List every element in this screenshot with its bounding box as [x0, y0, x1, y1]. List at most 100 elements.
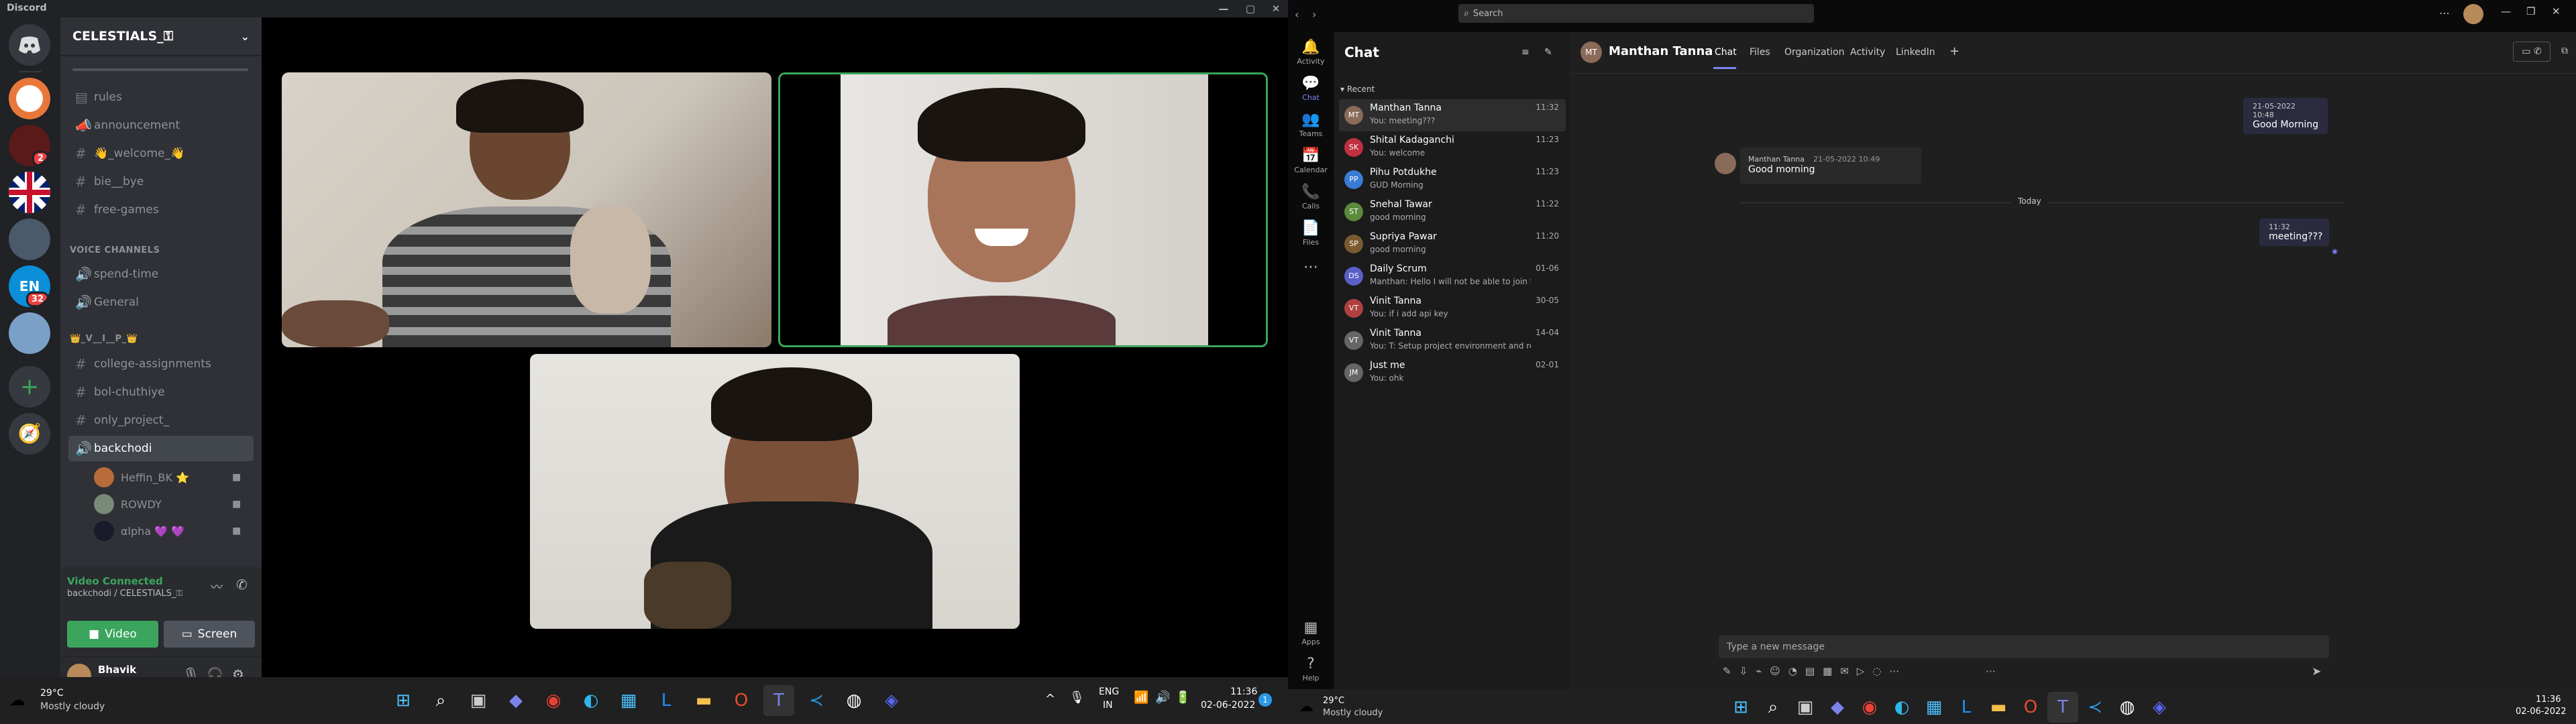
channel-announcement[interactable]: 📣 announcement	[68, 113, 254, 138]
server-icon-landscape[interactable]	[9, 312, 50, 354]
chat-list-title[interactable]: Chat	[1344, 44, 1379, 60]
channel-only-project[interactable]: # only_project_	[68, 408, 254, 433]
noise-suppression-icon[interactable]: 〰	[211, 578, 223, 595]
video-tile-participant-1[interactable]	[282, 72, 771, 347]
weather-desc[interactable]: Mostly cloudy	[40, 701, 105, 712]
message-outgoing[interactable]: 21-05-2022 10:48 Good Morning	[2243, 98, 2328, 134]
discord-taskbar-icon[interactable]: ◈	[876, 685, 907, 716]
voice-channel-general[interactable]: 🔊 General	[68, 290, 254, 315]
vscode-icon[interactable]: ≺	[2080, 692, 2110, 723]
server-icon-uk[interactable]	[9, 172, 50, 213]
weather-temp[interactable]: 29°C	[40, 688, 64, 699]
chat-list-item[interactable]: VT Vinit Tanna You: T: Setup project envir…	[1339, 324, 1566, 357]
call-buttons[interactable]: ▭ ✆	[2513, 42, 2551, 62]
nav-chat[interactable]: 💬 Chat	[1288, 75, 1334, 102]
microphone-tray-icon[interactable]: 🎙	[1069, 690, 1085, 705]
teams-icon[interactable]: T	[763, 685, 794, 716]
tab-chat[interactable]: Chat	[1715, 47, 1737, 58]
weather-temp[interactable]: 29°C	[1323, 696, 1344, 706]
office-icon[interactable]: O	[726, 685, 757, 716]
chat-list-item[interactable]: PP Pihu Potdukhe GUD Morning 11:23	[1339, 164, 1566, 196]
send-icon[interactable]: ➤	[2312, 665, 2321, 678]
channel-bie-bye[interactable]: # bie__bye	[68, 169, 254, 194]
popout-icon[interactable]: ⧉	[2561, 46, 2568, 56]
nav-apps[interactable]: ▦ Apps	[1288, 619, 1334, 646]
nav-teams[interactable]: 👥 Teams	[1288, 111, 1334, 138]
store-icon[interactable]: ▦	[1919, 692, 1949, 723]
language-2[interactable]: IN	[1103, 700, 1113, 711]
nav-more[interactable]: ⋯	[1288, 259, 1334, 277]
server-header[interactable]: CELESTIALS_⚿ ⌄	[60, 17, 262, 56]
file-explorer-icon[interactable]: ▬	[688, 685, 719, 716]
server-icon-avatar[interactable]	[9, 219, 50, 260]
connection-location[interactable]: backchodi / CELESTIALS_⚿	[67, 589, 182, 599]
windows-start-icon[interactable]: ⊞	[1725, 692, 1756, 723]
profile-avatar[interactable]	[2463, 4, 2483, 24]
wifi-icon[interactable]: 📶	[1134, 690, 1148, 705]
minimize-button[interactable]: —	[1214, 0, 1233, 17]
app-icon[interactable]: ◍	[2112, 692, 2143, 723]
message-incoming[interactable]: Manthan Tanna 21-05-2022 10:49 Good morn…	[1740, 147, 1921, 184]
chat-list-item[interactable]: DS Daily Scrum Manthan: Hello I will not b…	[1339, 260, 1566, 292]
file-explorer-icon[interactable]: ▬	[1983, 692, 2014, 723]
edge-icon[interactable]: ◐	[1886, 692, 1917, 723]
search-icon[interactable]: ⌕	[425, 685, 456, 716]
new-chat-icon[interactable]: ✎	[1544, 47, 1552, 58]
tab-organization[interactable]: Organization	[1784, 47, 1845, 58]
voice-user[interactable]: ROWDY ■	[94, 492, 241, 516]
server-icon-en[interactable]: EN 32	[9, 265, 50, 307]
nav-calendar[interactable]: 📅 Calendar	[1288, 147, 1334, 174]
server-icon-red[interactable]: 2	[9, 125, 50, 166]
server-icon-orange[interactable]	[9, 78, 50, 119]
sender-avatar[interactable]	[1715, 153, 1736, 174]
disconnect-icon[interactable]: ✆	[236, 577, 248, 593]
nav-activity[interactable]: 🔔 Activity	[1288, 39, 1334, 66]
message-outgoing[interactable]: 11:32 meeting???	[2259, 219, 2329, 246]
compose-input[interactable]: Type a new message	[1719, 636, 2329, 658]
close-button[interactable]: ✕	[2552, 5, 2561, 17]
add-server-icon[interactable]: +	[9, 366, 50, 408]
teams-icon[interactable]: T	[2047, 692, 2078, 723]
battery-icon[interactable]: 🔋	[1175, 690, 1190, 705]
compose-toolbar[interactable]: ✎⇩⌁☺◔▤▦✉▷◌⋯	[1723, 665, 1907, 677]
add-tab-icon[interactable]: +	[1949, 44, 1960, 58]
channel-college-assignments[interactable]: # college-assignments	[68, 351, 254, 377]
recent-section[interactable]: ▾ Recent	[1340, 84, 1375, 94]
chat-list-item[interactable]: JM Just me You: ohk 02-01	[1339, 357, 1566, 389]
channel-bol-chuthiye[interactable]: # bol-chuthiye	[68, 379, 254, 405]
voice-channel-backchodi[interactable]: 🔊 backchodi	[68, 436, 254, 461]
task-view-icon[interactable]: ▣	[1790, 692, 1821, 723]
clock-time[interactable]: 11:36	[2536, 695, 2561, 705]
forward-arrow-icon[interactable]: ›	[1312, 8, 1316, 21]
nav-help[interactable]: ? Help	[1288, 656, 1334, 682]
more-options-icon[interactable]: ⋯	[1986, 665, 1996, 677]
channel-welcome[interactable]: # 👋_welcome_👋	[68, 141, 254, 166]
nav-calls[interactable]: 📞 Calls	[1288, 184, 1334, 210]
restore-button[interactable]: ❐	[2526, 5, 2535, 17]
chat-list-item[interactable]: SP Supriya Pawar good morning 11:20	[1339, 228, 1566, 260]
chat-list-item[interactable]: SK Shital Kadaganchi You: welcome 11:23	[1339, 131, 1566, 164]
chat-list-item[interactable]: ST Snehal Tawar good morning 11:22	[1339, 196, 1566, 228]
lightshot-icon[interactable]: L	[651, 685, 682, 716]
volume-icon[interactable]: 🔊	[1155, 690, 1170, 705]
filter-icon[interactable]: ≡	[1521, 47, 1529, 58]
task-view-icon[interactable]: ▣	[463, 685, 494, 716]
channel-rules[interactable]: ▤ rules	[68, 84, 254, 110]
store-icon[interactable]: ▦	[613, 685, 644, 716]
teams-chat-icon[interactable]: ◆	[1822, 692, 1853, 723]
maximize-button[interactable]: ▢	[1241, 0, 1260, 17]
category-vip[interactable]: 👑_V__I__P_👑	[70, 334, 138, 344]
screen-share-button[interactable]: ▭ Screen	[164, 621, 255, 648]
discord-taskbar-icon[interactable]: ◈	[2144, 692, 2175, 723]
search-icon[interactable]: ⌕	[1758, 692, 1788, 723]
vscode-icon[interactable]: ≺	[801, 685, 832, 716]
app-icon[interactable]: ◍	[839, 685, 869, 716]
edge-icon[interactable]: ◐	[576, 685, 606, 716]
voice-user[interactable]: Heffin_BK ⭐ ■	[94, 465, 241, 489]
search-input[interactable]: ⌕ Search	[1458, 4, 1814, 23]
chat-list-item[interactable]: MT Manthan Tanna You: meeting??? 11:32	[1339, 99, 1566, 131]
channel-free-games[interactable]: # free-games	[68, 197, 254, 223]
clock-time[interactable]: 11:36	[1230, 686, 1257, 697]
chrome-icon[interactable]: ◉	[1854, 692, 1885, 723]
more-options-icon[interactable]: ⋯	[2439, 7, 2450, 19]
